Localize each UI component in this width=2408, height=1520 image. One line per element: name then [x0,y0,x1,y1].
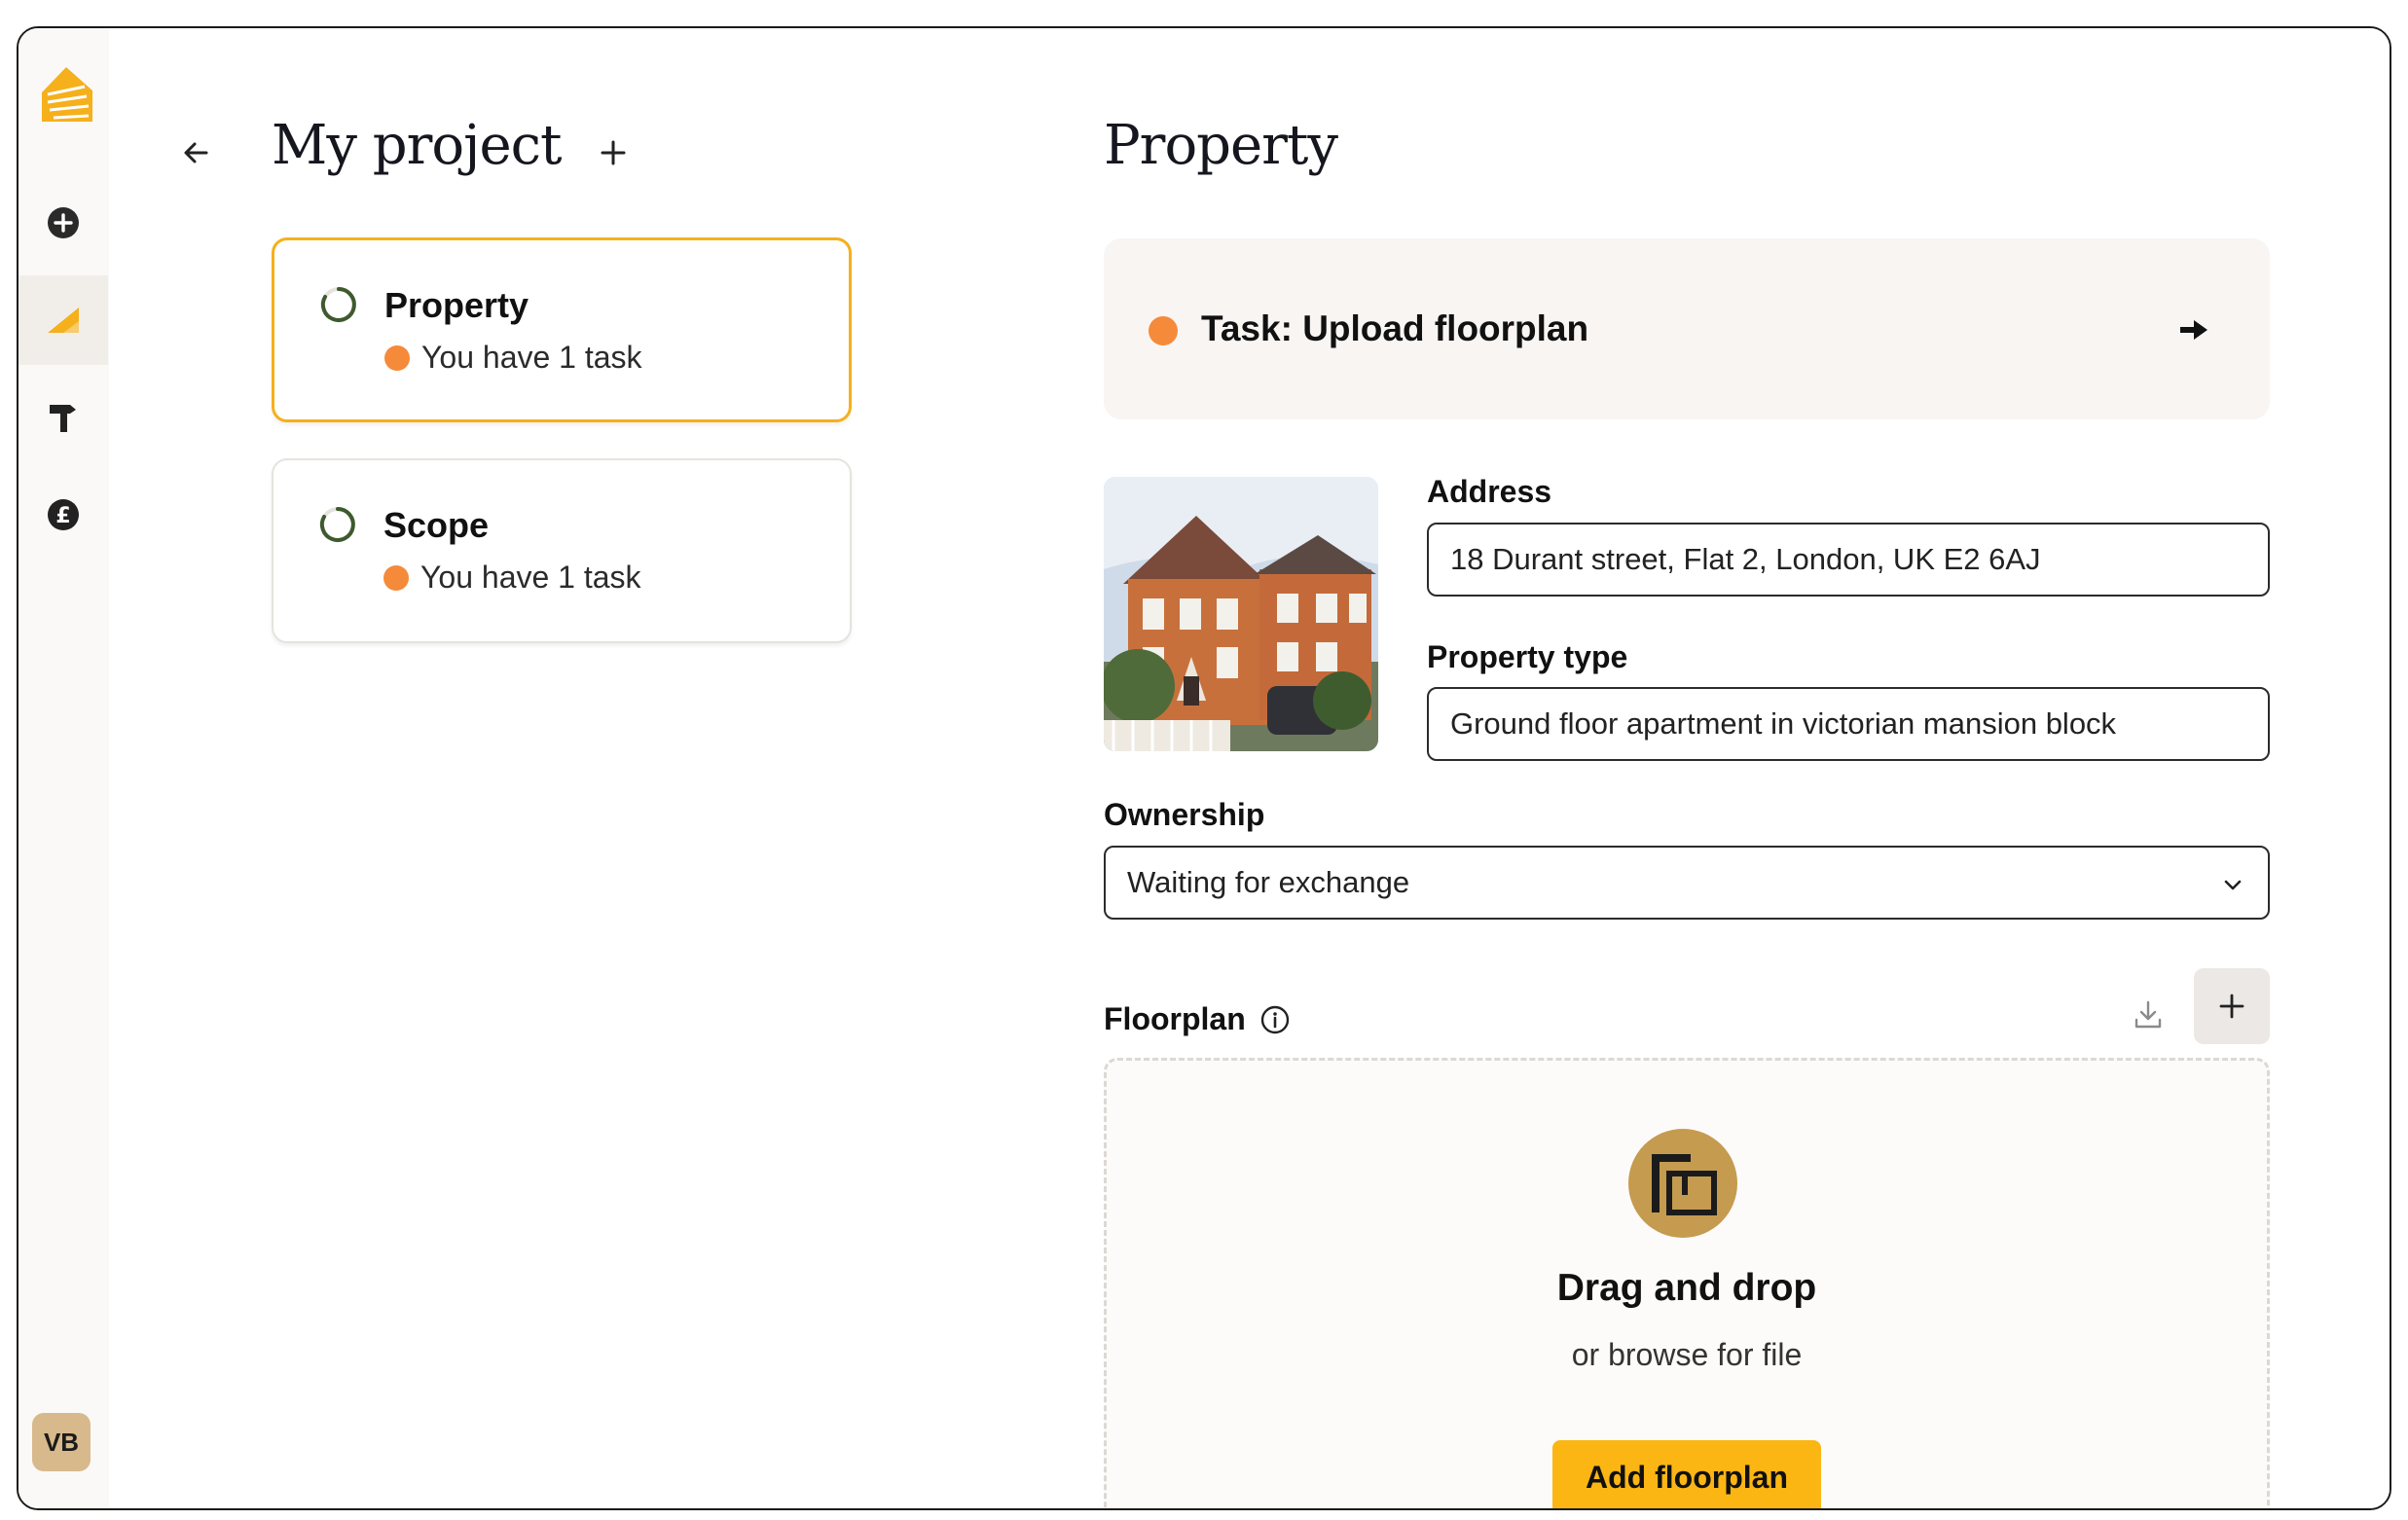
card-subtitle: You have 1 task [420,560,641,595]
floorplan-dropzone[interactable]: Drag and drop or browse for file Add flo… [1104,1058,2270,1508]
arrow-right-icon[interactable] [2176,312,2211,347]
add-floorplan-plus-button[interactable] [2194,968,2270,1044]
property-panel: Property Task: Upload floorplan Address … [944,28,2390,1508]
ruler-icon [48,308,79,333]
progress-spinner-icon [319,507,355,542]
project-card-property[interactable]: Property You have 1 task [272,237,852,422]
card-title: Scope [383,505,490,545]
address-field[interactable]: 18 Durant street, Flat 2, London, UK E2 … [1427,523,2270,597]
card-title: Property [384,285,529,325]
address-value: 18 Durant street, Flat 2, London, UK E2 … [1450,542,2041,576]
new-project-button[interactable] [18,178,108,268]
card-subtitle: You have 1 task [421,340,642,375]
download-icon [2134,1000,2162,1029]
property-photo [1104,477,1378,751]
avatar[interactable]: VB [32,1413,91,1471]
logo-icon[interactable] [38,65,94,124]
floorplan-label: Floorplan [1104,1001,1246,1036]
sidebar-rail: £ VB [18,28,110,1508]
ownership-label: Ownership [1104,797,1265,832]
card-task-status: You have 1 task [383,560,641,596]
dropzone-title: Drag and drop [1556,1267,1817,1309]
ownership-value: Waiting for exchange [1127,865,1410,899]
page-title: Property [1104,114,1338,177]
task-label: Task: Upload floorplan [1201,308,1589,348]
add-floorplan-button[interactable]: Add floorplan [1552,1440,1821,1508]
floorplan-heading: Floorplan [1104,1001,1291,1037]
task-dot-icon [384,344,410,371]
download-button[interactable] [2119,986,2177,1044]
task-banner[interactable]: Task: Upload floorplan [1104,238,2270,419]
address-label: Address [1427,474,1552,509]
nav-budget-button[interactable]: £ [18,470,108,560]
floorplan-icon [1628,1129,1737,1238]
pound-icon: £ [48,499,79,530]
card-task-status: You have 1 task [384,340,642,376]
chevron-down-icon [2224,880,2242,890]
nav-property-button[interactable] [18,275,108,365]
browse-link[interactable]: or browse for file [1107,1337,2267,1373]
info-icon[interactable] [1259,1004,1291,1035]
arrow-left-icon [184,142,208,163]
property-type-field[interactable]: Ground floor apartment in victorian mans… [1427,687,2270,761]
progress-spinner-icon [320,287,356,322]
back-button[interactable] [177,133,216,172]
plus-icon [601,140,626,165]
avatar-initials: VB [43,1427,80,1457]
ownership-select[interactable]: Waiting for exchange [1104,846,2270,920]
plus-icon [2219,994,2244,1019]
project-title: My project [272,114,562,177]
nav-scope-button[interactable] [18,373,108,462]
svg-text:£: £ [55,504,70,528]
project-card-scope[interactable]: Scope You have 1 task [272,458,852,643]
app-window: £ VB My project Property You have 1 task… [17,26,2391,1510]
property-type-label: Property type [1427,639,1628,674]
property-type-value: Ground floor apartment in victorian mans… [1450,706,2117,741]
task-dot-icon [383,564,409,591]
task-dot-icon [1149,316,1178,345]
project-panel: My project Property You have 1 task Scop… [109,28,946,1508]
add-circle-icon [48,207,79,238]
hammer-icon [50,405,76,432]
add-item-button[interactable] [594,133,633,172]
